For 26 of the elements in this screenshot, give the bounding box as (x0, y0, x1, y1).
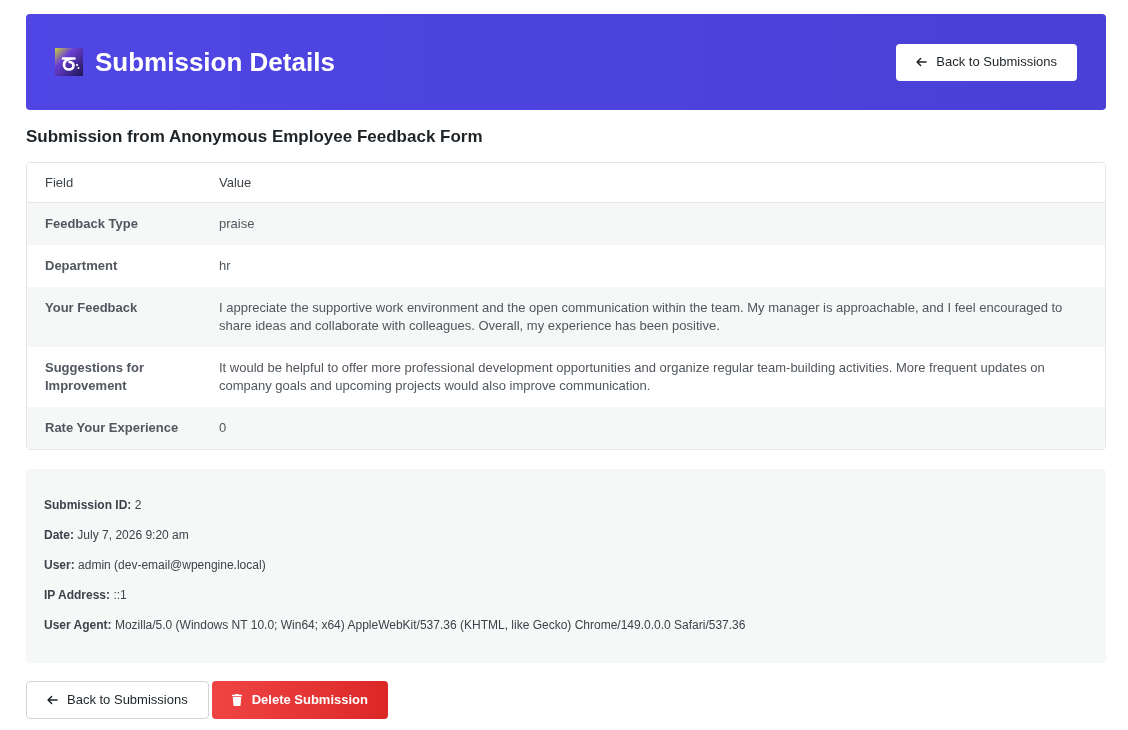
field-label: Feedback Type (45, 215, 139, 233)
field-value: I appreciate the supportive work environment and the open communication within the team. My manager is approachable, and I feel encouraged to share ideas and collaborate with colleagues. Overall, my experience has been positive. (219, 299, 1064, 335)
back-button[interactable]: Back to Submissions (26, 681, 209, 719)
meta-line: IP Address: ::1 (44, 587, 128, 603)
column-header: Field (45, 174, 74, 190)
field-label: Rate Your Experience (45, 419, 180, 437)
logo-icon (55, 48, 83, 76)
arrow-left-icon (916, 57, 928, 67)
form-title: Submission from Anonymous Employee Feedback Form (26, 126, 484, 148)
meta-line: User: admin (dev-email@wpengine.local) (44, 557, 267, 573)
page-title: Submission Details (95, 49, 335, 75)
field-label: Suggestions for Improvement (45, 359, 145, 395)
arrow-left-icon (47, 695, 58, 705)
trash-icon (231, 694, 242, 706)
field-value: hr (219, 257, 232, 275)
meta-line: User Agent: Mozilla/5.0 (Windows NT 10.0; Win64; x64) AppleWebKit/537.36 (KHTML, like Gecko) Chrome/149.0.0.0 Safari/537.36 (44, 617, 747, 633)
field-label: Your Feedback (45, 299, 139, 317)
field-value: 0 (219, 419, 228, 437)
field-value: praise (219, 215, 256, 233)
column-header: Value (219, 174, 252, 190)
meta-line: Submission ID: 2 (44, 497, 143, 513)
delete-button[interactable]: Delete Submission (211, 681, 388, 719)
field-label: Department (45, 257, 119, 275)
back-button[interactable]: Back to Submissions (896, 43, 1077, 81)
field-value: It would be helpful to offer more professional development opportunities and organize regular team-building activities. More frequent updates on company goals and upcoming projects would also improve communication. (219, 359, 1046, 395)
meta-line: Date: July 7, 2026 9:20 am (44, 527, 190, 543)
